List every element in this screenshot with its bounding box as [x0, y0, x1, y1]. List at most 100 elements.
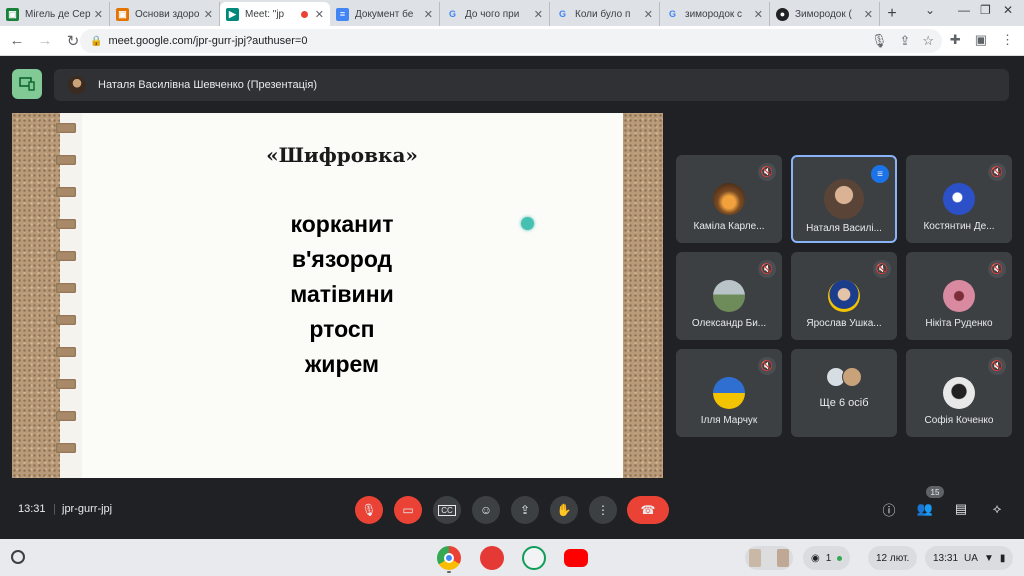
present-button[interactable]: ⇪	[511, 496, 539, 524]
participant-tile[interactable]: 🔇 Нікіта Руденко	[906, 252, 1012, 340]
bookmark-star-icon[interactable]: ☆	[922, 33, 934, 49]
participant-tile[interactable]: 🔇 Костянтин Де...	[906, 155, 1012, 243]
divider: |	[53, 503, 56, 515]
participant-tile[interactable]: 🔇 Ярослав Ушка...	[791, 252, 897, 340]
browser-toolbar: ← → ↻ 🔒 meet.google.com/jpr-gurr-jpj?aut…	[0, 26, 1024, 56]
meeting-details-button[interactable]: ⓘ	[878, 498, 900, 520]
more-participants-tile[interactable]: Ще 6 осіб	[791, 349, 897, 437]
url-text: meet.google.com/jpr-gurr-jpj?authuser=0	[108, 35, 308, 47]
presenter-bar: Наталя Василівна Шевченко (Презентація)	[54, 69, 1009, 101]
mic-off-icon: 🔇	[988, 260, 1006, 278]
browser-tab[interactable]: ● Зимородок ( ✕	[770, 2, 880, 26]
browser-tab[interactable]: G До чого при ✕	[440, 2, 550, 26]
chrome-center	[444, 553, 454, 563]
present-icon: ⇪	[519, 503, 531, 517]
more-options-button[interactable]: ⋮	[589, 496, 617, 524]
activities-button[interactable]: ⟡	[986, 498, 1008, 520]
browser-tab[interactable]: G зимородок с ✕	[660, 2, 770, 26]
notebook-hole	[56, 411, 76, 421]
close-window-icon[interactable]: ✕	[1003, 3, 1013, 17]
youtube-icon[interactable]	[564, 549, 588, 567]
notebook-hole	[56, 347, 76, 357]
thumbnail	[749, 549, 761, 567]
tab-search-icon[interactable]: ⌄	[925, 3, 935, 17]
reactions-button[interactable]: ☺	[472, 496, 500, 524]
notebook-hole	[56, 315, 76, 325]
browser-tab-active[interactable]: ▶ Meet: "jp ✕	[220, 2, 330, 26]
people-icon: 👥	[916, 501, 934, 516]
chrome-icon[interactable]	[437, 546, 461, 570]
captions-icon: CC	[438, 504, 456, 516]
forward-icon[interactable]: →	[34, 30, 56, 52]
close-tab-icon[interactable]: ✕	[644, 8, 653, 21]
captions-button[interactable]: CC	[433, 496, 461, 524]
side-panel-icon[interactable]: ▣	[975, 32, 987, 48]
notebook-hole	[56, 379, 76, 389]
extensions-icon[interactable]: ✚	[950, 32, 961, 48]
notification-pill[interactable]: ◉ 1	[803, 546, 851, 570]
status-dot	[837, 555, 843, 561]
close-tab-icon[interactable]: ✕	[315, 8, 324, 21]
back-icon[interactable]: ←	[6, 30, 28, 52]
more-avatars	[826, 367, 862, 387]
system-tray[interactable]: 13:31 UA ▼ ▮	[925, 546, 1014, 570]
audio-level-icon: ≡	[871, 165, 889, 183]
notebook-hole	[56, 283, 76, 293]
notebook-hole	[56, 187, 76, 197]
meet-icon: ▶	[226, 7, 239, 21]
browser-tab[interactable]: ▣ Мігель де Сер ✕	[0, 2, 110, 26]
avatar	[943, 183, 975, 215]
mic-off-icon: 🔇	[758, 357, 776, 375]
canvas-icon[interactable]	[480, 546, 504, 570]
present-screen-icon[interactable]	[12, 69, 42, 99]
close-tab-icon[interactable]: ✕	[94, 8, 103, 21]
classroom-icon[interactable]	[522, 546, 546, 570]
presentation-header: Наталя Василівна Шевченко (Презентація)	[12, 69, 1009, 101]
app-running-indicator	[447, 571, 451, 573]
recording-icon	[300, 10, 308, 18]
emoji-icon: ☺	[479, 503, 493, 517]
os-shelf: ◉ 1 12 лют. 13:31 UA ▼ ▮	[0, 539, 1024, 576]
menu-icon[interactable]: ⋮	[1001, 32, 1014, 48]
mic-off-icon: 🎙	[361, 503, 377, 517]
leave-call-button[interactable]: ☎	[627, 496, 669, 524]
minimize-icon[interactable]: —	[958, 3, 970, 17]
avatar	[713, 377, 745, 409]
microphone-icon[interactable]: 🎙	[871, 33, 888, 49]
slide-word: ртосп	[309, 316, 375, 342]
people-button[interactable]: 👥	[914, 498, 936, 520]
mic-toggle-button[interactable]: 🎙	[355, 496, 383, 524]
raise-hand-button[interactable]: ✋	[550, 496, 578, 524]
address-bar[interactable]: 🔒 meet.google.com/jpr-gurr-jpj?authuser=…	[80, 29, 942, 53]
browser-tab[interactable]: G Коли було п ✕	[550, 2, 660, 26]
slide-word: в'язород	[291, 246, 393, 272]
browser-tab[interactable]: ▣ Основи здоро ✕	[110, 2, 220, 26]
close-tab-icon[interactable]: ✕	[204, 8, 213, 21]
participant-tile[interactable]: 🔇 Ілля Марчук	[676, 349, 782, 437]
camera-toggle-button[interactable]: ▭	[394, 496, 422, 524]
participant-tile[interactable]: 🔇 Олександр Би...	[676, 252, 782, 340]
participant-tile[interactable]: 🔇 Каміла Карле...	[676, 155, 782, 243]
avatar	[943, 280, 975, 312]
meeting-clock: 13:31	[18, 503, 46, 515]
holding-space[interactable]	[745, 546, 793, 570]
participant-tile[interactable]: 🔇 Софія Коченко	[906, 349, 1012, 437]
browser-tab[interactable]: ≡ Документ бе ✕	[330, 2, 440, 26]
close-tab-icon[interactable]: ✕	[864, 8, 873, 21]
slide-word: корканит	[290, 211, 394, 237]
google-icon: G	[558, 9, 566, 19]
share-icon[interactable]: ⇪	[899, 33, 910, 49]
date-tray[interactable]: 12 лют.	[868, 546, 918, 570]
wifi-icon: ▼	[983, 552, 994, 564]
avatar	[828, 280, 860, 312]
avatar	[824, 179, 864, 219]
new-tab-button[interactable]: +	[880, 2, 904, 26]
chat-button[interactable]: ▤	[950, 498, 972, 520]
close-tab-icon[interactable]: ✕	[534, 8, 543, 21]
close-tab-icon[interactable]: ✕	[754, 8, 763, 21]
close-tab-icon[interactable]: ✕	[424, 8, 433, 21]
maximize-icon[interactable]: ❐	[980, 3, 991, 17]
launcher-icon[interactable]	[11, 550, 25, 564]
media-playing-icon: ◉	[811, 552, 820, 564]
participant-tile-speaking[interactable]: ≡ Наталя Василі...	[791, 155, 897, 243]
